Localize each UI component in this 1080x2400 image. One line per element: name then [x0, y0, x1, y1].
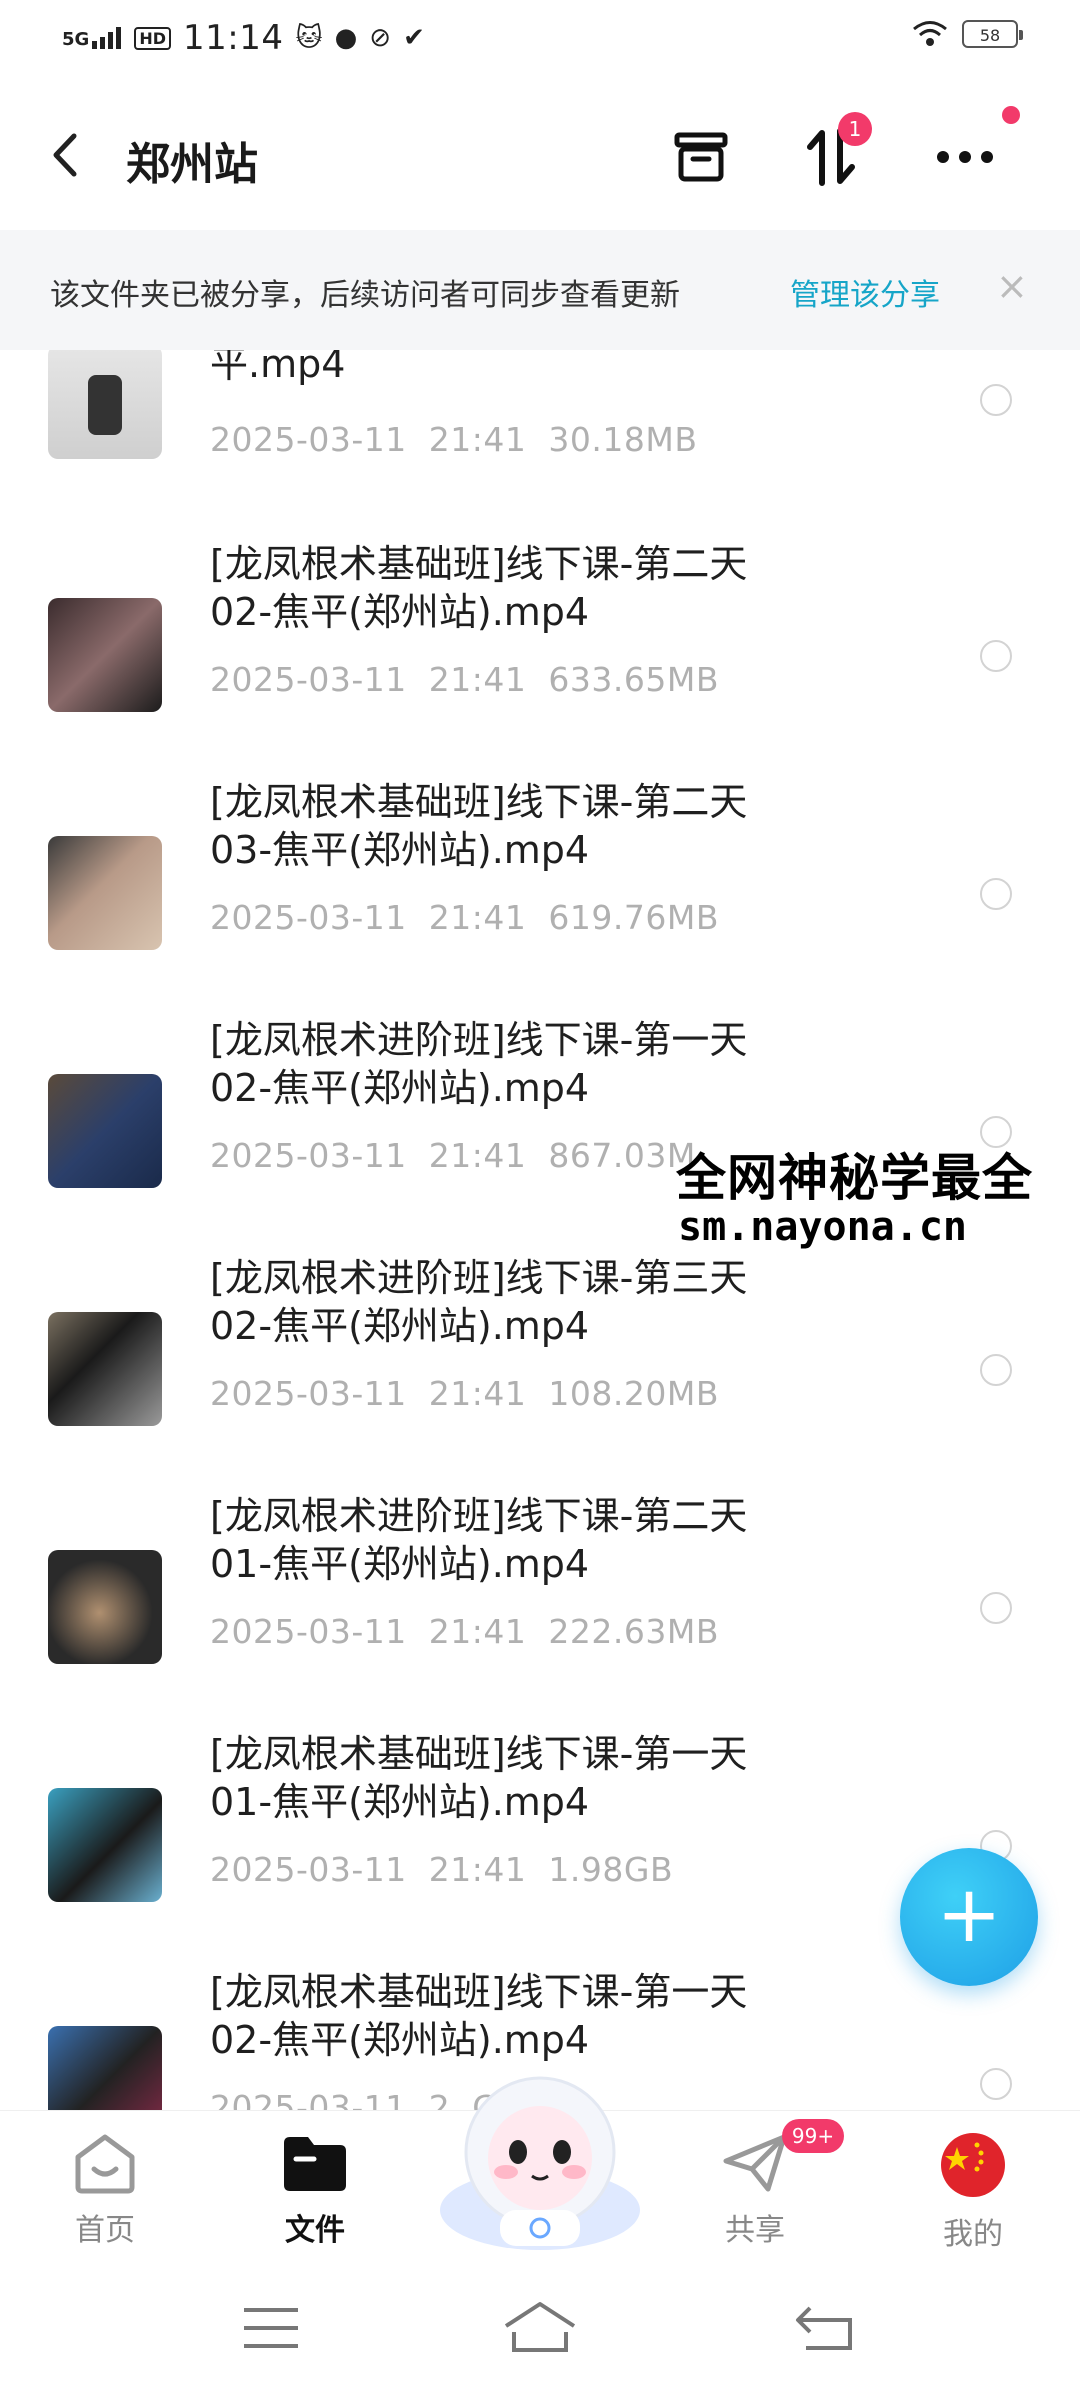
file-name: [龙凤根术基础班]线下课-第二天 02-焦平(郑州站).mp4	[210, 542, 748, 634]
file-name: [龙凤根术基础班]线下课-第一天 02-焦平(郑州站).mp4	[210, 1970, 748, 2062]
list-item[interactable]: [龙凤根术进阶班]线下课-第三天 02-焦平(郑州站).mp4 2025-03-1…	[0, 1254, 1080, 1492]
file-meta: 2025-03-11 21:41 108.20MB	[210, 1374, 719, 1413]
tab-mine-label: 我的	[943, 2217, 1003, 2252]
video-thumbnail	[48, 836, 162, 950]
tab-home[interactable]: 首页	[40, 2131, 170, 2249]
network-type: 5G	[62, 29, 90, 50]
tab-mine[interactable]: 我的	[908, 2131, 1038, 2253]
page-title: 郑州站	[126, 139, 258, 190]
watermark-url: sm.nayona.cn	[678, 1204, 967, 1250]
video-thumbnail	[48, 1550, 162, 1664]
transfer-badge: 1	[838, 112, 872, 146]
list-item[interactable]: [龙凤根术基础班]线下课-第二天 03-焦平(郑州站).mp4 2025-03-1…	[0, 778, 1080, 1016]
select-radio[interactable]	[980, 1592, 1012, 1624]
tab-home-label: 首页	[75, 2213, 135, 2248]
back-nav-icon[interactable]	[790, 2298, 860, 2358]
more-button[interactable]	[930, 106, 1020, 192]
avatar	[941, 2133, 1005, 2197]
select-radio[interactable]	[980, 384, 1012, 416]
check-icon: ✔	[403, 23, 425, 53]
select-radio[interactable]	[980, 1354, 1012, 1386]
file-name: [龙凤根术进阶班]线下课-第二天 01-焦平(郑州站).mp4	[210, 1494, 748, 1586]
file-meta: 2025-03-11 21:41 1.98GB	[210, 1850, 674, 1889]
video-thumbnail	[48, 2026, 162, 2110]
select-radio[interactable]	[980, 878, 1012, 910]
share-notice: 该文件夹已被分享，后续访问者可同步查看更新 管理该分享 ×	[0, 230, 1080, 350]
file-name: [龙凤根术基础班]线下课-第一天 01-焦平(郑州站).mp4	[210, 1732, 748, 1824]
share-badge: 99+	[782, 2119, 844, 2153]
manage-share-link[interactable]: 管理该分享	[790, 270, 940, 314]
file-meta: 2025-03-11 21:41 619.76MB	[210, 898, 719, 937]
folder-icon	[284, 2137, 346, 2191]
video-thumbnail	[48, 1312, 162, 1426]
add-button[interactable]: +	[900, 1848, 1038, 1986]
mascot-assistant-button[interactable]	[430, 2060, 650, 2260]
file-meta: 2025-03-11 21:41 30.18MB	[210, 420, 698, 459]
battery-icon: 58	[962, 20, 1023, 48]
archive-button[interactable]	[666, 122, 736, 192]
file-meta: 2025-03-11 21:41 633.65MB	[210, 660, 719, 699]
tab-files-label: 文件	[285, 2213, 345, 2248]
battery-level: 58	[979, 26, 1001, 45]
wechat-icon: ●	[334, 23, 358, 53]
signal-icon: 5G	[62, 27, 122, 49]
home-icon	[75, 2134, 135, 2194]
file-meta: 2025-03-11 21:41 867.03M	[210, 1136, 696, 1175]
file-meta: 2025-03-11 21:41 222.63MB	[210, 1612, 719, 1651]
transfer-button[interactable]: 1	[796, 112, 872, 192]
file-name: 平.mp4	[210, 350, 346, 386]
chevron-left-icon	[53, 133, 77, 177]
wifi-icon	[913, 21, 947, 46]
file-name: [龙凤根术进阶班]线下课-第一天 02-焦平(郑州站).mp4	[210, 1018, 748, 1110]
list-item[interactable]: [龙凤根术进阶班]线下课-第二天 01-焦平(郑州站).mp4 2025-03-1…	[0, 1492, 1080, 1730]
status-bar: 5G HD 11:14 🐱 ● ⊘ ✔ 58	[0, 0, 1080, 80]
list-item[interactable]: 平.mp4 2025-03-11 21:41 30.18MB	[0, 350, 1080, 478]
file-name: [龙凤根术基础班]线下课-第二天 03-焦平(郑州站).mp4	[210, 780, 748, 872]
share-notice-text: 该文件夹已被分享，后续访问者可同步查看更新	[50, 278, 680, 313]
video-thumbnail	[48, 598, 162, 712]
home-nav-icon[interactable]	[500, 2298, 580, 2358]
hd-icon: HD	[134, 26, 171, 50]
plus-icon: +	[936, 1870, 1002, 1960]
archive-icon	[674, 132, 728, 182]
video-thumbnail	[48, 350, 162, 459]
header: 郑州站 1	[0, 80, 1080, 230]
video-thumbnail	[48, 1074, 162, 1188]
close-icon[interactable]: ×	[996, 264, 1028, 308]
list-item[interactable]: [龙凤根术基础班]线下课-第二天 02-焦平(郑州站).mp4 2025-03-1…	[0, 540, 1080, 778]
back-button[interactable]	[50, 125, 94, 185]
paper-plane-icon	[723, 2134, 787, 2192]
select-radio[interactable]	[980, 2068, 1012, 2100]
tab-share-label: 共享	[725, 2213, 785, 2248]
notification-dot	[1002, 106, 1020, 124]
cat-app-icon: 🐱	[295, 23, 323, 53]
tab-files[interactable]: 文件	[250, 2131, 380, 2249]
video-thumbnail	[48, 1788, 162, 1902]
watermark-text: 全网神秘学最全	[676, 1149, 1033, 1207]
more-icon	[937, 151, 993, 163]
clock: 11:14	[182, 18, 284, 58]
select-radio[interactable]	[980, 640, 1012, 672]
menu-icon[interactable]	[236, 2298, 306, 2358]
tab-share[interactable]: 99+ 共享	[690, 2119, 844, 2249]
system-nav-bar	[0, 2260, 1080, 2400]
link-icon: ⊘	[369, 23, 392, 53]
file-name: [龙凤根术进阶班]线下课-第三天 02-焦平(郑州站).mp4	[210, 1256, 748, 1348]
